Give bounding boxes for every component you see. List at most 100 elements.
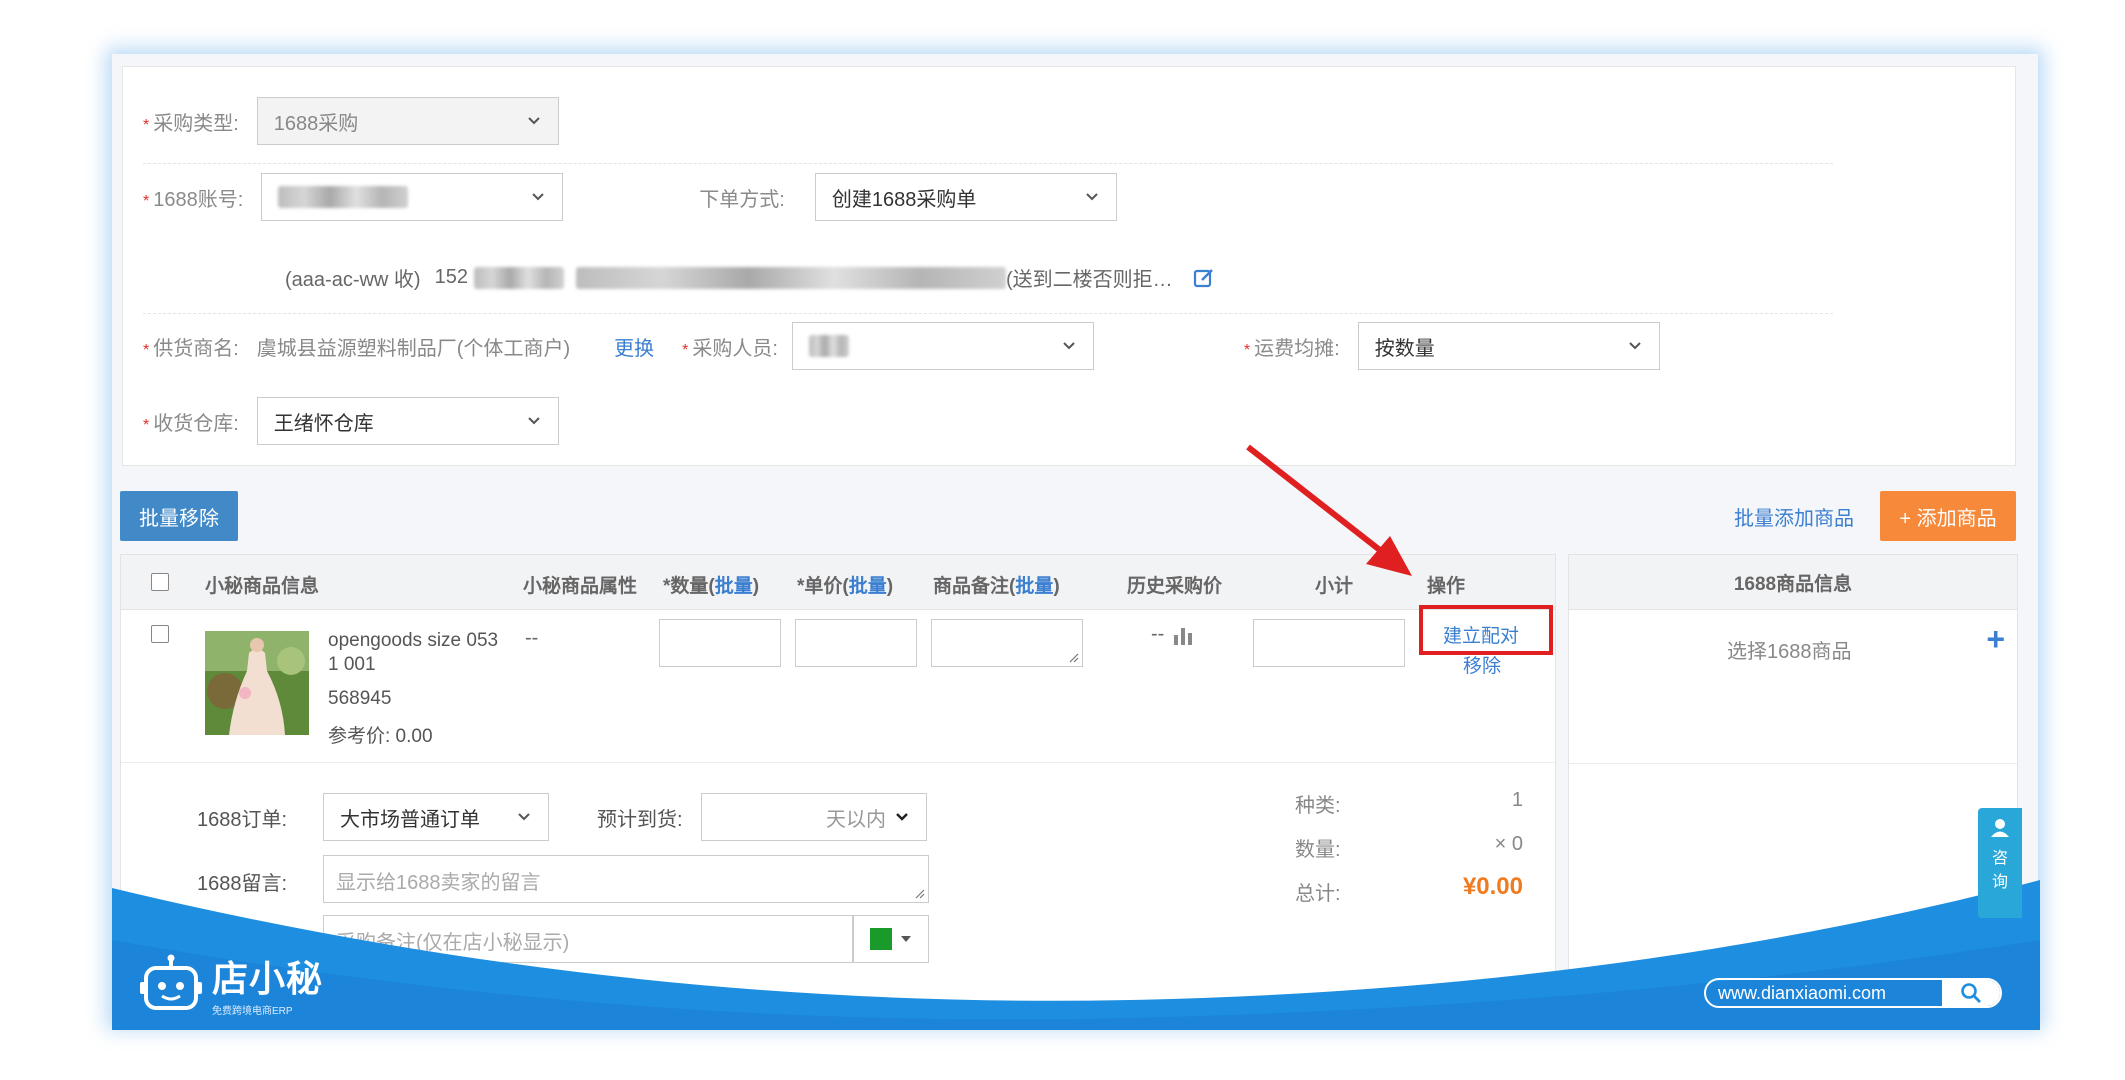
history-price: --	[1151, 623, 1194, 646]
batch-remove-button[interactable]: 批量移除	[120, 491, 238, 541]
summary-kinds-label: 种类:	[1295, 795, 1341, 817]
purchase-type-row: * 采购类型: 1688采购	[143, 97, 559, 145]
alibaba-panel-title: 1688商品信息	[1569, 555, 2017, 610]
site-url: www.dianxiaomi.com	[1718, 982, 1887, 1003]
product-title: opengoods size 053	[328, 630, 499, 651]
header-attributes: 小秘商品属性	[523, 576, 638, 597]
address-recipient: (aaa-ac-ww 收)	[285, 269, 421, 291]
account-select[interactable]	[261, 173, 564, 221]
batch-price-link[interactable]: 批量	[849, 576, 887, 597]
order-type-value: 大市场普通订单	[340, 808, 480, 831]
site-search-box[interactable]: www.dianxiaomi.com	[1704, 978, 2002, 1008]
purchase-remark-input[interactable]: 采购备注(仅在店小秘显示)	[323, 915, 853, 963]
buyer-value-blurred	[808, 335, 849, 357]
remove-link[interactable]: 移除	[1463, 651, 1501, 678]
buyer-label: * 采购人员:	[682, 337, 778, 360]
seller-message-textarea[interactable]: 显示给1688卖家的留言	[323, 855, 929, 903]
message-label: 1688留言:	[197, 873, 288, 895]
purchase-remark-placeholder: 采购备注(仅在店小秘显示)	[336, 932, 570, 954]
brand-tagline: 免费跨境电商ERP	[212, 1006, 293, 1017]
flag-color-picker[interactable]	[853, 915, 929, 963]
price-input[interactable]	[795, 619, 917, 667]
eta-label: 预计到货:	[597, 809, 683, 831]
order-method-value: 创建1688采购单	[831, 188, 977, 211]
chevron-down-icon	[528, 117, 540, 125]
eta-suffix: 天以内	[826, 808, 886, 831]
divider	[143, 313, 1833, 314]
select-alibaba-product[interactable]: 选择1688商品	[1727, 635, 1852, 664]
address-phone-blurred	[473, 266, 564, 289]
product-thumbnail[interactable]	[205, 631, 309, 735]
warehouse-row: * 收货仓库: 王绪怀仓库	[143, 397, 559, 445]
consult-tab[interactable]: 咨 询	[1978, 808, 2022, 918]
supplier-row: * 供货商名: 虞城县益源塑料制品厂(个体工商户) 更换 * 采购人员: * 运费均摊…	[143, 322, 1660, 370]
batch-remark-link[interactable]: 批量	[1015, 576, 1053, 597]
chevron-down-icon	[1063, 342, 1075, 350]
order-details: 1688订单: 大市场普通订单 预计到货: 天以内 1688留言: 显示给168…	[121, 765, 1555, 1024]
consult-char-2: 询	[1991, 874, 2008, 891]
product-info: opengoods size 053 1 001 568945 参考价: 0.0…	[328, 629, 498, 749]
brand-logo: 店小秘 免费跨境电商ERP	[140, 950, 323, 1017]
brand-name: 店小秘	[212, 958, 324, 999]
change-supplier-link[interactable]: 更换	[614, 332, 654, 361]
buyer-select[interactable]	[791, 322, 1094, 370]
header-product-info: 小秘商品信息	[205, 576, 320, 597]
product-title-line2: 1 001	[328, 654, 376, 675]
chevron-down-icon	[532, 193, 545, 201]
order-type-label: 1688订单:	[197, 809, 288, 831]
seller-message-placeholder: 显示给1688卖家的留言	[336, 872, 541, 894]
account-value-blurred	[278, 186, 409, 208]
resize-handle-icon[interactable]	[915, 889, 925, 899]
quantity-input[interactable]	[659, 619, 781, 667]
batch-add-products-link[interactable]: 批量添加商品	[1734, 502, 1854, 531]
row-checkbox[interactable]	[151, 625, 169, 643]
eta-select[interactable]: 天以内	[701, 793, 927, 841]
resize-handle-icon[interactable]	[1069, 653, 1079, 663]
header-price: *单价(批量)	[797, 576, 894, 597]
chevron-down-icon	[1629, 342, 1641, 350]
address-detail-blurred	[575, 266, 1006, 289]
highlight-box	[1419, 605, 1553, 655]
divider	[143, 163, 1833, 164]
purchase-type-select[interactable]: 1688采购	[256, 97, 559, 145]
product-table: 小秘商品信息 小秘商品属性 *数量(批量) *单价(批量) 商品备注(批量) 历…	[120, 554, 1556, 1024]
supplier-label: * 供货商名:	[143, 337, 239, 360]
reference-price: 参考价: 0.00	[328, 726, 433, 747]
robot-icon	[140, 954, 202, 1010]
divider	[1569, 763, 2017, 764]
summary-qty-label: 数量:	[1295, 839, 1341, 861]
header-action: 操作	[1427, 576, 1466, 597]
warehouse-value: 王绪怀仓库	[273, 412, 374, 435]
header-subtotal: 小计	[1315, 576, 1354, 597]
order-method-select[interactable]: 创建1688采购单	[814, 173, 1117, 221]
search-icon	[1961, 983, 1981, 1003]
bar-chart-icon[interactable]	[1172, 625, 1194, 645]
account-label: * 1688账号:	[143, 188, 244, 211]
purchase-form: * 采购类型: 1688采购 * 1688账号: 下单方式: 创建1688采购单 (…	[122, 66, 2016, 466]
caret-down-icon	[901, 936, 911, 942]
address-phone: 152	[434, 266, 468, 288]
edit-icon[interactable]	[1193, 267, 1215, 289]
header-quantity: *数量(批量)	[663, 576, 760, 597]
summary-kinds-value: 1	[1511, 789, 1523, 811]
batch-quantity-link[interactable]: 批量	[715, 576, 753, 597]
subtotal-input[interactable]	[1253, 619, 1405, 667]
remark-textarea[interactable]	[931, 619, 1083, 667]
consult-char-1: 咨	[1991, 850, 2008, 867]
address-row: (aaa-ac-ww 收) 152 (送到二楼否则拒…	[285, 263, 1215, 292]
table-header: 小秘商品信息 小秘商品属性 *数量(批量) *单价(批量) 商品备注(批量) 历…	[121, 555, 1555, 610]
account-row: * 1688账号: 下单方式: 创建1688采购单	[143, 173, 1117, 221]
history-price-value: --	[1151, 623, 1165, 645]
shipping-split-value: 按数量	[1374, 337, 1435, 360]
order-method-label: 下单方式:	[699, 188, 785, 211]
order-type-select[interactable]: 大市场普通订单	[323, 793, 549, 841]
select-all-checkbox[interactable]	[151, 573, 169, 591]
search-button[interactable]	[1942, 980, 2000, 1006]
add-product-button[interactable]: + 添加商品	[1880, 491, 2016, 541]
summary-qty-value: × 0	[1494, 833, 1523, 855]
chevron-down-icon	[518, 813, 530, 821]
warehouse-select[interactable]: 王绪怀仓库	[256, 397, 559, 445]
address-note: (送到二楼否则拒…	[1005, 269, 1173, 291]
shipping-split-select[interactable]: 按数量	[1357, 322, 1660, 370]
add-alibaba-product-icon[interactable]: +	[1986, 621, 2005, 658]
